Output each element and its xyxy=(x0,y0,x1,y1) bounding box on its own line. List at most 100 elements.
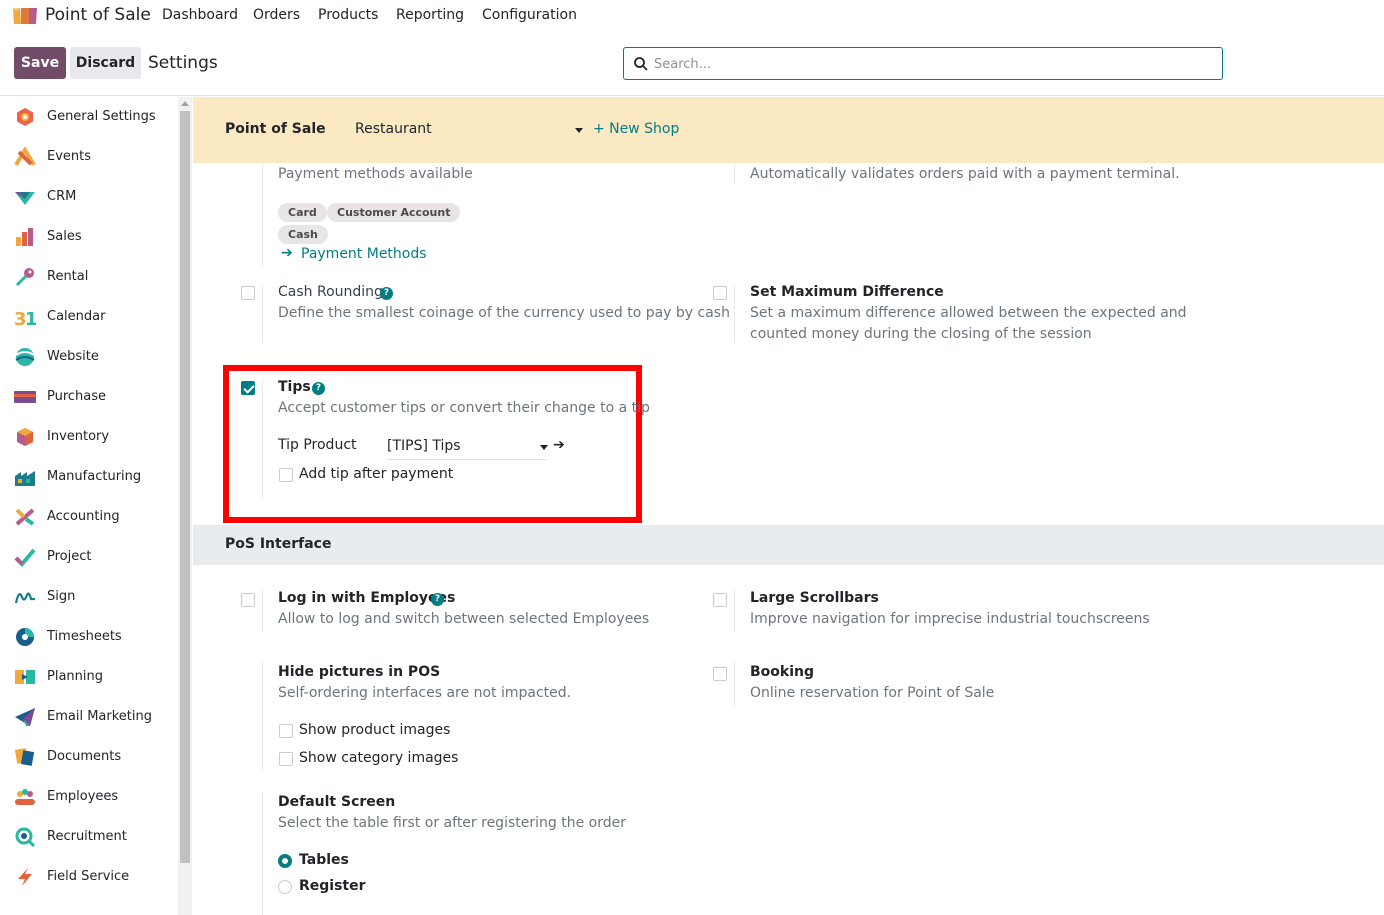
purchase-icon xyxy=(14,391,36,403)
external-link-arrow-icon[interactable]: ➔ xyxy=(553,437,565,453)
email-marketing-icon xyxy=(15,708,35,726)
booking-checkbox[interactable] xyxy=(713,667,727,681)
default-screen-register-radio[interactable] xyxy=(278,880,292,894)
events-icon xyxy=(14,147,36,167)
sidebar-item-label: Employees xyxy=(47,789,119,804)
tip-product-underline xyxy=(387,459,547,460)
scrollbar-thumb[interactable] xyxy=(180,111,190,863)
chevron-down-icon[interactable] xyxy=(575,128,583,133)
pos-interface-section-header: PoS Interface xyxy=(193,525,1384,565)
sidebar-item-label: Sales xyxy=(47,229,82,244)
add-tip-after-payment-checkbox[interactable] xyxy=(279,468,293,482)
sidebar-item-rental[interactable]: Rental xyxy=(0,257,176,297)
sign-icon xyxy=(14,592,35,604)
add-tip-after-payment-label[interactable]: Add tip after payment xyxy=(299,466,453,482)
inventory-icon xyxy=(17,428,33,446)
max-difference-title: Set Maximum Difference xyxy=(750,284,944,300)
show-category-images-label[interactable]: Show category images xyxy=(299,750,458,766)
setting-divider xyxy=(734,163,735,185)
website-icon xyxy=(15,348,35,366)
sidebar-item-general-settings[interactable]: General Settings xyxy=(0,97,176,137)
hide-pictures-title: Hide pictures in POS xyxy=(278,664,441,680)
cash-rounding-title: Cash Rounding xyxy=(278,284,383,300)
search-box[interactable] xyxy=(623,47,1223,80)
new-shop-button[interactable]: + New Shop xyxy=(593,121,679,137)
pos-app-icon[interactable] xyxy=(12,6,38,26)
tip-product-label: Tip Product xyxy=(278,437,357,453)
show-product-images-checkbox[interactable] xyxy=(279,724,293,738)
project-icon xyxy=(14,548,36,567)
timesheets-icon xyxy=(16,628,34,646)
nav-configuration[interactable]: Configuration xyxy=(482,7,577,23)
chevron-down-icon[interactable] xyxy=(540,445,548,450)
scroll-up-arrow-icon[interactable] xyxy=(181,101,189,106)
field-service-icon xyxy=(18,868,32,886)
nav-reporting[interactable]: Reporting xyxy=(396,7,464,23)
sidebar-item-label: Field Service xyxy=(47,869,130,884)
sidebar-item-timesheets[interactable]: Timesheets xyxy=(0,617,176,657)
payment-tag-customer-account[interactable]: Customer Account xyxy=(327,203,461,222)
nav-orders[interactable]: Orders xyxy=(253,7,300,23)
large-scrollbars-desc: Improve navigation for imprecise industr… xyxy=(750,611,1150,627)
max-difference-checkbox[interactable] xyxy=(713,286,727,300)
help-icon[interactable]: ? xyxy=(380,287,393,300)
rental-icon xyxy=(15,268,34,287)
sidebar-item-employees[interactable]: Employees xyxy=(0,777,176,817)
payment-tag-cash[interactable]: Cash xyxy=(278,225,328,244)
sidebar-item-sales[interactable]: Sales xyxy=(0,217,176,257)
default-screen-register-label[interactable]: Register xyxy=(299,878,366,894)
cash-rounding-checkbox[interactable] xyxy=(241,286,255,300)
sidebar-item-manufacturing[interactable]: Manufacturing xyxy=(0,457,176,497)
login-employees-checkbox[interactable] xyxy=(241,593,255,607)
help-icon[interactable]: ? xyxy=(431,593,444,606)
sidebar-item-partial[interactable] xyxy=(0,897,176,915)
show-product-images-label[interactable]: Show product images xyxy=(299,722,450,738)
sidebar-item-label: Purchase xyxy=(47,389,107,404)
sidebar-item-crm[interactable]: CRM xyxy=(0,177,176,217)
sidebar-scrollbar[interactable] xyxy=(178,97,192,915)
sidebar-item-label: Documents xyxy=(47,749,122,764)
help-icon[interactable]: ? xyxy=(312,382,325,395)
sidebar-item-website[interactable]: Website xyxy=(0,337,176,377)
setting-divider xyxy=(262,661,263,771)
sidebar-item-accounting[interactable]: Accounting xyxy=(0,497,176,537)
default-screen-tables-label[interactable]: Tables xyxy=(299,852,349,868)
calendar-icon: 31 xyxy=(14,309,36,327)
payment-methods-link[interactable]: Payment Methods xyxy=(301,246,427,262)
settings-content: Payment methods available Card Customer … xyxy=(193,163,1384,915)
discard-button[interactable]: Discard xyxy=(70,47,141,79)
show-category-images-checkbox[interactable] xyxy=(279,752,293,766)
setting-divider xyxy=(262,588,263,633)
booking-desc: Online reservation for Point of Sale xyxy=(750,685,995,701)
tips-checkbox[interactable] xyxy=(241,381,255,395)
tips-title: Tips xyxy=(278,379,311,395)
sidebar-item-label: Website xyxy=(47,349,99,364)
sidebar-item-documents[interactable]: Documents xyxy=(0,737,176,777)
sidebar-item-label: General Settings xyxy=(47,109,156,124)
sidebar-item-planning[interactable]: Planning xyxy=(0,657,176,697)
sidebar-item-events[interactable]: Events xyxy=(0,137,176,177)
sidebar-item-sign[interactable]: Sign xyxy=(0,577,176,617)
control-panel: Save Discard Settings xyxy=(0,32,1384,96)
documents-icon xyxy=(14,748,35,766)
search-input[interactable] xyxy=(654,52,1214,76)
pos-shop-select[interactable]: Restaurant xyxy=(355,121,432,137)
nav-products[interactable]: Products xyxy=(318,7,378,23)
default-screen-tables-radio[interactable] xyxy=(278,854,292,868)
sidebar-item-project[interactable]: Project xyxy=(0,537,176,577)
sidebar-item-field-service[interactable]: Field Service xyxy=(0,857,176,897)
sidebar-item-email-marketing[interactable]: Email Marketing xyxy=(0,697,176,737)
company-settings-bar: Point of Sale Restaurant + New Shop xyxy=(193,97,1384,163)
sidebar-item-label: Planning xyxy=(47,669,103,684)
sidebar-item-calendar[interactable]: 31 Calendar xyxy=(0,297,176,337)
large-scrollbars-checkbox[interactable] xyxy=(713,593,727,607)
sidebar-item-recruitment[interactable]: Recruitment xyxy=(0,817,176,857)
app-name[interactable]: Point of Sale xyxy=(45,5,151,25)
sidebar-item-inventory[interactable]: Inventory xyxy=(0,417,176,457)
max-difference-desc-line2: counted money during the closing of the … xyxy=(750,326,1092,342)
save-button[interactable]: Save xyxy=(14,47,66,79)
payment-tag-card[interactable]: Card xyxy=(278,203,327,222)
tip-product-select[interactable]: [TIPS] Tips xyxy=(387,438,461,454)
sidebar-item-purchase[interactable]: Purchase xyxy=(0,377,176,417)
nav-dashboard[interactable]: Dashboard xyxy=(162,7,238,23)
